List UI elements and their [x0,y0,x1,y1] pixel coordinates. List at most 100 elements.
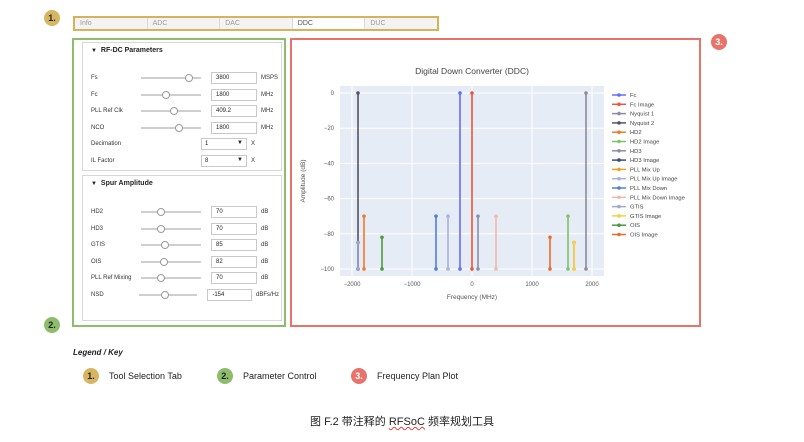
legend-marker-fc [617,93,621,97]
param-unit: dB [261,225,269,232]
ois-slider[interactable] [141,257,201,266]
legend-marker-gtis [617,204,621,209]
slider-knob[interactable] [185,74,194,82]
legend-marker-gtis-image [617,214,621,218]
nsd-slider[interactable] [139,290,198,299]
slider-knob[interactable] [156,224,165,233]
spur-top-marker-pll-mix-up-image [446,214,450,218]
gtis-slider[interactable] [141,241,201,249]
legend-entry-ois: OIS [630,223,640,229]
pll-ref-mixing-input[interactable]: 70 [211,272,257,284]
decimation-select[interactable]: 1 ▼ [201,138,247,150]
param-row-ois: OIS 82 dB [91,255,279,268]
legend-entry-pll-mix-down-image: PLL Mix Down Image [630,195,685,201]
slider-knob[interactable] [156,274,165,282]
spur-base-marker-pll-mix-up-image [446,267,450,271]
param-unit: dB [261,209,269,215]
key-callout-3: 3. [351,368,367,384]
spur-top-marker-hd3 [476,214,480,218]
rfdc-section-header[interactable]: ▼ RF-DC Parameters [83,43,281,54]
x-axis-label: Frequency (MHz) [447,294,497,301]
param-unit: dB [261,258,269,265]
hd3-input[interactable]: 70 [211,222,257,235]
fs-slider[interactable] [141,74,201,82]
x-tick-label: −1000 [404,282,422,288]
legend-marker-pll-mix-up [617,167,621,172]
slider-knob[interactable] [161,90,170,99]
key-item-plot: 3. Frequency Plan Plot [351,368,458,384]
y-tick-label: −40 [324,161,335,167]
legend-entry-ois-image: OIS Image [630,233,658,239]
param-unit: X [251,157,256,164]
legend-marker-ois-image [617,232,621,237]
tab-dac[interactable]: DAC [220,18,293,29]
slider-knob[interactable] [156,208,165,216]
slider-knob[interactable] [174,123,183,132]
spur-base-marker-pll-mix-down [434,267,438,271]
param-label: IL Factor [91,157,115,164]
pll-ref-mixing-slider[interactable] [141,274,201,282]
rfdc-parameters-section: ▼ RF-DC Parameters Fs 3800 MSPS Fc 1800 MHz PL… [82,42,282,171]
key-label: Frequency Plan Plot [377,371,459,381]
tab-ddc[interactable]: DDC [292,18,366,29]
hd3-slider[interactable] [141,224,201,233]
fs-input[interactable]: 3800 [211,72,257,84]
page: 1. Info ADC DAC DDC DUC 2. ▼ RF-DC Parameter… [0,0,804,442]
slider-knob[interactable] [159,257,168,266]
tab-duc[interactable]: DUC [365,18,437,29]
figure-caption: 图 F.2 带注释的 RFSoC 频率规划工具 [0,413,804,429]
param-row-hd2: HD2 70 dB [91,206,279,218]
legend-marker-fc-image [617,102,621,107]
select-value: 1 [205,141,209,147]
legend-marker-pll-mix-down-image [617,195,621,200]
nco-input[interactable]: 1800 [211,121,257,134]
ois-input[interactable]: 82 [211,255,257,268]
hd2-input[interactable]: 70 [211,206,257,218]
collapse-caret-icon: ▼ [91,48,97,54]
spur-top-marker-nyquist-1 [584,91,588,95]
spur-section-title: Spur Amplitude [100,180,153,187]
caption-suffix: 频率规划工具 [424,416,494,428]
param-label: NSD [91,291,104,298]
tab-info[interactable]: Info [75,18,148,29]
spur-base-marker-hd3 [476,267,480,271]
key-label: Parameter Control [243,371,317,381]
il-factor-select[interactable]: 8 ▼ [201,154,247,167]
spur-base-marker-hd2-image [566,267,570,271]
select-value: 8 [205,157,209,164]
spur-top-marker-fc-image [470,91,474,95]
slider-knob[interactable] [161,290,170,299]
slider-knob[interactable] [169,107,178,115]
legend-entry-pll-mix-up: PLL Mix Up [630,167,660,173]
nco-slider[interactable] [141,123,201,132]
hd2-slider[interactable] [141,208,201,216]
param-row-fc: Fc 1800 MHz [91,88,279,101]
param-label: Fc [91,91,98,98]
gtis-input[interactable]: 85 [211,239,257,251]
fc-slider[interactable] [141,90,201,99]
x-tick-label: 0 [470,282,474,288]
caption-prefix: 图 F.2 带注释的 [310,416,389,428]
slider-knob[interactable] [160,241,169,249]
spur-base-marker-gtis [356,267,360,271]
spur-base-marker-fc-image [470,267,474,271]
tab-adc[interactable]: ADC [148,18,221,29]
y-tick-label: −20 [324,126,335,132]
param-label: HD3 [91,225,104,232]
param-unit: dB [261,242,269,248]
param-label: Fs [91,75,98,81]
fc-input[interactable]: 1800 [211,88,257,101]
frequency-plan-plot: 0 −20 −40 −60 −80 −100 −2000 −1000 0 1000 2000 Digi… [290,38,701,327]
param-row-pll-ref-clk: PLL Ref Clk 409.2 MHz [91,105,279,117]
key-item-tool-tab: 1. Tool Selection Tab [83,368,182,384]
spur-section-header[interactable]: ▼ Spur Amplitude [83,176,281,187]
spur-top-marker-gtis-image [572,240,576,245]
nsd-input[interactable]: -154 [207,288,252,301]
pll-ref-clk-slider[interactable] [141,107,201,115]
ddc-chart: 0 −20 −40 −60 −80 −100 −2000 −1000 0 1000 2000 Digi… [300,66,685,301]
collapse-caret-icon: ▼ [91,181,97,187]
param-unit: dB [261,275,269,281]
param-row-decimation: Decimation 1 ▼ X [91,138,279,150]
legend-marker-hd2-image [617,139,621,144]
pll-ref-clk-input[interactable]: 409.2 [211,105,257,117]
